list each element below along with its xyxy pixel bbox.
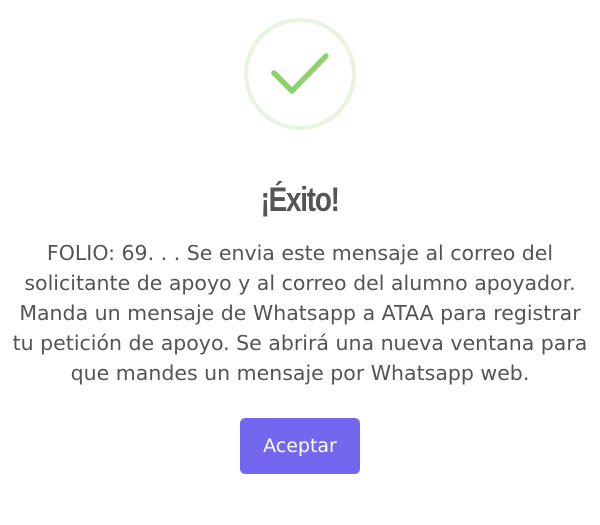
dialog-actions: Aceptar — [240, 418, 360, 474]
success-dialog: ¡Éxito! FOLIO: 69. . . Se envia este men… — [0, 0, 600, 525]
check-icon — [271, 53, 329, 94]
dialog-message: FOLIO: 69. . . Se envia este mensaje al … — [12, 241, 588, 385]
accept-button[interactable]: Aceptar — [240, 418, 360, 474]
dialog-title: ¡Éxito! — [260, 181, 340, 219]
success-circle — [244, 18, 356, 130]
